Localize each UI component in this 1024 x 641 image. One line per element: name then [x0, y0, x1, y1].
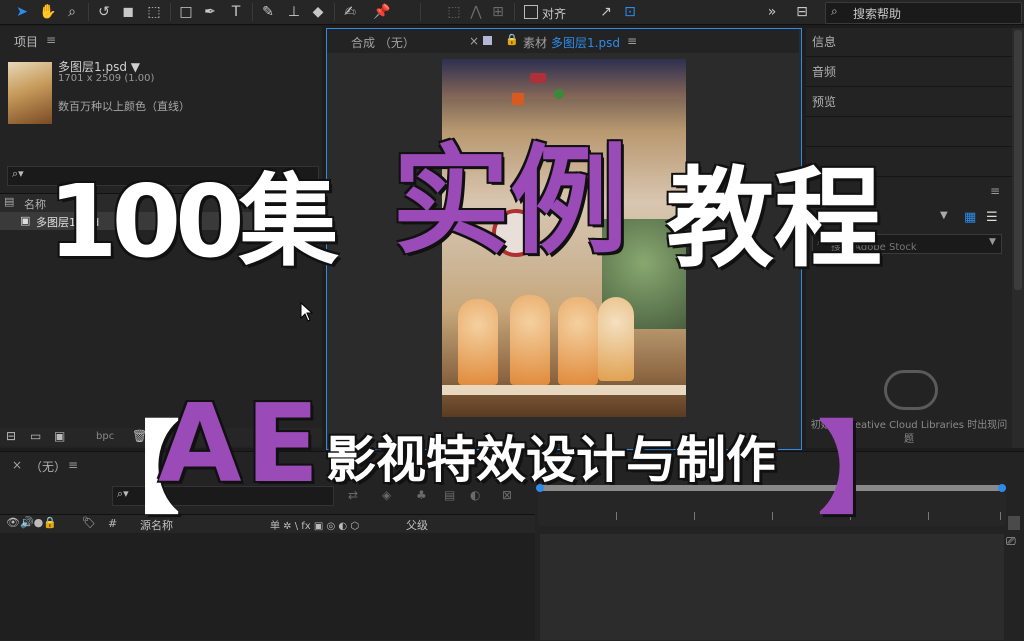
- close-icon[interactable]: ×: [469, 34, 479, 48]
- panel-menu-icon[interactable]: ≡: [46, 33, 56, 47]
- puppet-pin-tool-icon[interactable]: 📌: [372, 2, 392, 22]
- selection-tool-icon[interactable]: ➤: [12, 2, 32, 22]
- align-label: 对齐: [542, 7, 567, 21]
- footage-label-swatch: [483, 36, 492, 45]
- toolbar: ➤ ✋ ⌕ ↺ ◼ ⬚ □ ✒ T ✎ ⊥ ◆ ✍ 📌 ⬚ ⋀ ⊞ 对齐 ↗ ⊡…: [0, 0, 1024, 25]
- dropdown-arrow-icon[interactable]: ▼: [940, 210, 948, 221]
- local-axis-icon[interactable]: ⬚: [444, 2, 464, 22]
- overlay-title-part1: 100集: [48, 163, 339, 280]
- search-icon: ⌕▾: [12, 167, 24, 180]
- align-checkbox[interactable]: [524, 5, 538, 19]
- world-axis-icon[interactable]: ⋀: [466, 2, 486, 22]
- timeline-scroll-button[interactable]: [1008, 516, 1020, 530]
- sync-settings-icon[interactable]: ⊟: [792, 2, 812, 22]
- footage-thumbnail: [8, 62, 52, 124]
- viewer-tab-bar: 合成 （无） × 🔒 素材 多图层1.psd ≡: [327, 29, 799, 53]
- panel-menu-icon[interactable]: ≡: [990, 184, 1000, 198]
- tab-composition[interactable]: 合成 （无）: [351, 34, 415, 51]
- overlay-title-part3: 教程: [666, 157, 883, 282]
- overlay-bracket-right: 】: [818, 411, 918, 528]
- panel-menu-icon[interactable]: ≡: [627, 34, 637, 48]
- grid-view-icon[interactable]: ▦: [964, 210, 976, 225]
- file-dimensions: 1701 x 2509 (1.00): [58, 73, 155, 84]
- project-panel-title[interactable]: 项目: [14, 33, 38, 50]
- psd-file-icon: ▣: [20, 214, 31, 227]
- hand-tool-icon[interactable]: ✋: [38, 2, 58, 22]
- close-icon[interactable]: ×: [12, 458, 22, 472]
- mouse-cursor-icon: [300, 302, 314, 322]
- comp-button-icon[interactable]: ⎚: [1006, 534, 1016, 549]
- workspace-expand-icon[interactable]: »: [762, 2, 782, 22]
- file-color-depth: 数百万种以上颜色（直线）: [58, 100, 190, 113]
- scrollbar-thumb[interactable]: [1014, 30, 1022, 290]
- timeline-track-area[interactable]: [540, 534, 1004, 640]
- type-tool-icon[interactable]: T: [226, 2, 246, 22]
- pen-tool-icon[interactable]: ✒: [200, 2, 220, 22]
- view-axis-icon[interactable]: ⊞: [488, 2, 508, 22]
- overlay-subtitle: 影视特效设计与制作: [326, 431, 776, 489]
- search-icon: ⌕: [831, 4, 838, 18]
- lock-icon[interactable]: 🔒: [505, 33, 519, 46]
- layer-list-area: [0, 533, 535, 640]
- list-view-icon[interactable]: ☰: [986, 210, 998, 225]
- camera-tool-icon[interactable]: ◼: [118, 2, 138, 22]
- clone-stamp-tool-icon[interactable]: ⊥: [284, 2, 304, 22]
- timeline-tab-title[interactable]: （无）: [30, 458, 66, 475]
- tab-footage-name[interactable]: 多图层1.psd: [551, 34, 620, 51]
- column-switches[interactable]: 单 ✲ \ fx ▣ ◎ ◐ ⬡: [270, 517, 359, 532]
- panel-info[interactable]: 信息: [812, 33, 836, 50]
- interpret-footage-icon[interactable]: ⊟: [6, 429, 16, 443]
- brush-tool-icon[interactable]: ✎: [258, 2, 278, 22]
- tab-footage-prefix[interactable]: 素材: [523, 34, 547, 51]
- av-features-icons[interactable]: 👁🔊●🔒: [6, 516, 57, 529]
- label-icon: ▤: [4, 195, 15, 208]
- rectangle-tool-icon[interactable]: □: [176, 2, 196, 22]
- help-search-input[interactable]: ⌕ 搜索帮助: [825, 2, 1022, 24]
- work-area-end-handle[interactable]: [998, 484, 1006, 492]
- panel-preview[interactable]: 预览: [812, 93, 836, 110]
- column-name[interactable]: 名称: [24, 196, 46, 212]
- help-search-placeholder: 搜索帮助: [853, 7, 902, 21]
- panel-audio[interactable]: 音频: [812, 63, 836, 80]
- zoom-tool-icon[interactable]: ⌕: [62, 2, 82, 22]
- chevron-down-icon[interactable]: ▼: [989, 237, 996, 247]
- overlay-ae-label: AE: [158, 382, 324, 507]
- roto-brush-tool-icon[interactable]: ✍: [340, 2, 360, 22]
- new-composition-icon[interactable]: ▣: [54, 429, 65, 443]
- panel-menu-icon[interactable]: ≡: [68, 458, 78, 472]
- new-folder-icon[interactable]: ▭: [30, 429, 41, 443]
- expand-icon[interactable]: ↗: [596, 2, 616, 22]
- pan-behind-tool-icon[interactable]: ⬚: [144, 2, 164, 22]
- column-parent[interactable]: 父级: [406, 517, 428, 533]
- snap-icon[interactable]: ⊡: [620, 2, 640, 22]
- overlay-title-part2: 实例: [392, 132, 629, 270]
- eraser-tool-icon[interactable]: ◆: [308, 2, 328, 22]
- rotation-tool-icon[interactable]: ↺: [94, 2, 114, 22]
